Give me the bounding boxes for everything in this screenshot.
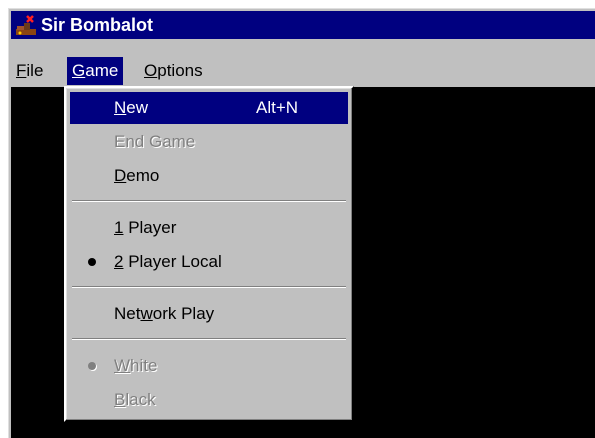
menu-separator: [72, 286, 346, 288]
menu-game-mnemonic: G: [72, 61, 86, 80]
menu-item-network-play-mnemonic: w: [140, 304, 153, 323]
menu-item-new-shortcut: Alt+N: [256, 98, 299, 117]
menu-item-network-play[interactable]: Network Play: [70, 298, 348, 330]
menu-item-white-label: White: [114, 350, 157, 382]
cannon-icon[interactable]: [15, 14, 37, 36]
radio-bullet-icon: [88, 258, 96, 266]
menu-item-new[interactable]: New Alt+N: [70, 92, 348, 124]
menu-item-new-rest: ew: [126, 98, 149, 117]
menu-bar: File Game Options: [11, 57, 595, 85]
radio-bullet-icon: [88, 362, 96, 370]
game-menu-dropdown: New Alt+N End Game Demo 1 Player 2 Playe…: [64, 86, 354, 422]
menu-item-demo-rest: emo: [126, 166, 160, 185]
menu-separator: [72, 200, 346, 202]
menu-item-1-player-label: 1 Player: [114, 212, 176, 244]
menu-file-label: ile: [26, 61, 44, 80]
menu-item-network-play-rest: ork Play: [152, 304, 215, 323]
menu-item-network-play-pre: Net: [114, 304, 141, 323]
menu-options-mnemonic: O: [144, 61, 158, 80]
menu-item-network-play-label: Network Play: [114, 298, 214, 330]
menu-game[interactable]: Game: [67, 57, 124, 85]
menu-game-label: ame: [85, 61, 119, 80]
menu-item-black-mnemonic: B: [114, 390, 126, 409]
menu-item-black-rest: lack: [125, 390, 156, 409]
menu-file-mnemonic: F: [16, 61, 27, 80]
menu-item-end-game: End Game: [70, 126, 348, 158]
menu-item-black: Black: [70, 384, 348, 416]
menu-item-black-label: Black: [114, 384, 156, 416]
menu-item-demo-label: Demo: [114, 160, 159, 192]
title-bar[interactable]: Sir Bombalot: [11, 11, 595, 39]
menu-item-white-mnemonic: W: [114, 356, 131, 375]
menu-options[interactable]: Options: [139, 57, 208, 85]
menu-options-label: ptions: [157, 61, 203, 80]
menu-item-demo[interactable]: Demo: [70, 160, 348, 192]
window-title: Sir Bombalot: [41, 15, 154, 35]
menu-item-2-player-local[interactable]: 2 Player Local: [70, 246, 348, 278]
menu-item-white-rest: hite: [130, 356, 158, 375]
menu-item-1-player[interactable]: 1 Player: [70, 212, 348, 244]
menu-item-end-game-label: End Game: [114, 132, 196, 151]
menu-item-2-player-local-label: 2 Player Local: [114, 246, 222, 278]
menu-item-1-player-rest: Player: [123, 218, 177, 237]
menu-item-white: White: [70, 350, 348, 382]
menu-item-2-player-local-rest: Player Local: [123, 252, 222, 271]
menu-item-new-label: New: [114, 92, 148, 124]
menu-item-demo-mnemonic: D: [114, 166, 127, 185]
menu-file[interactable]: File: [11, 57, 48, 85]
menu-item-new-mnemonic: N: [114, 98, 127, 117]
menu-separator: [72, 338, 346, 340]
